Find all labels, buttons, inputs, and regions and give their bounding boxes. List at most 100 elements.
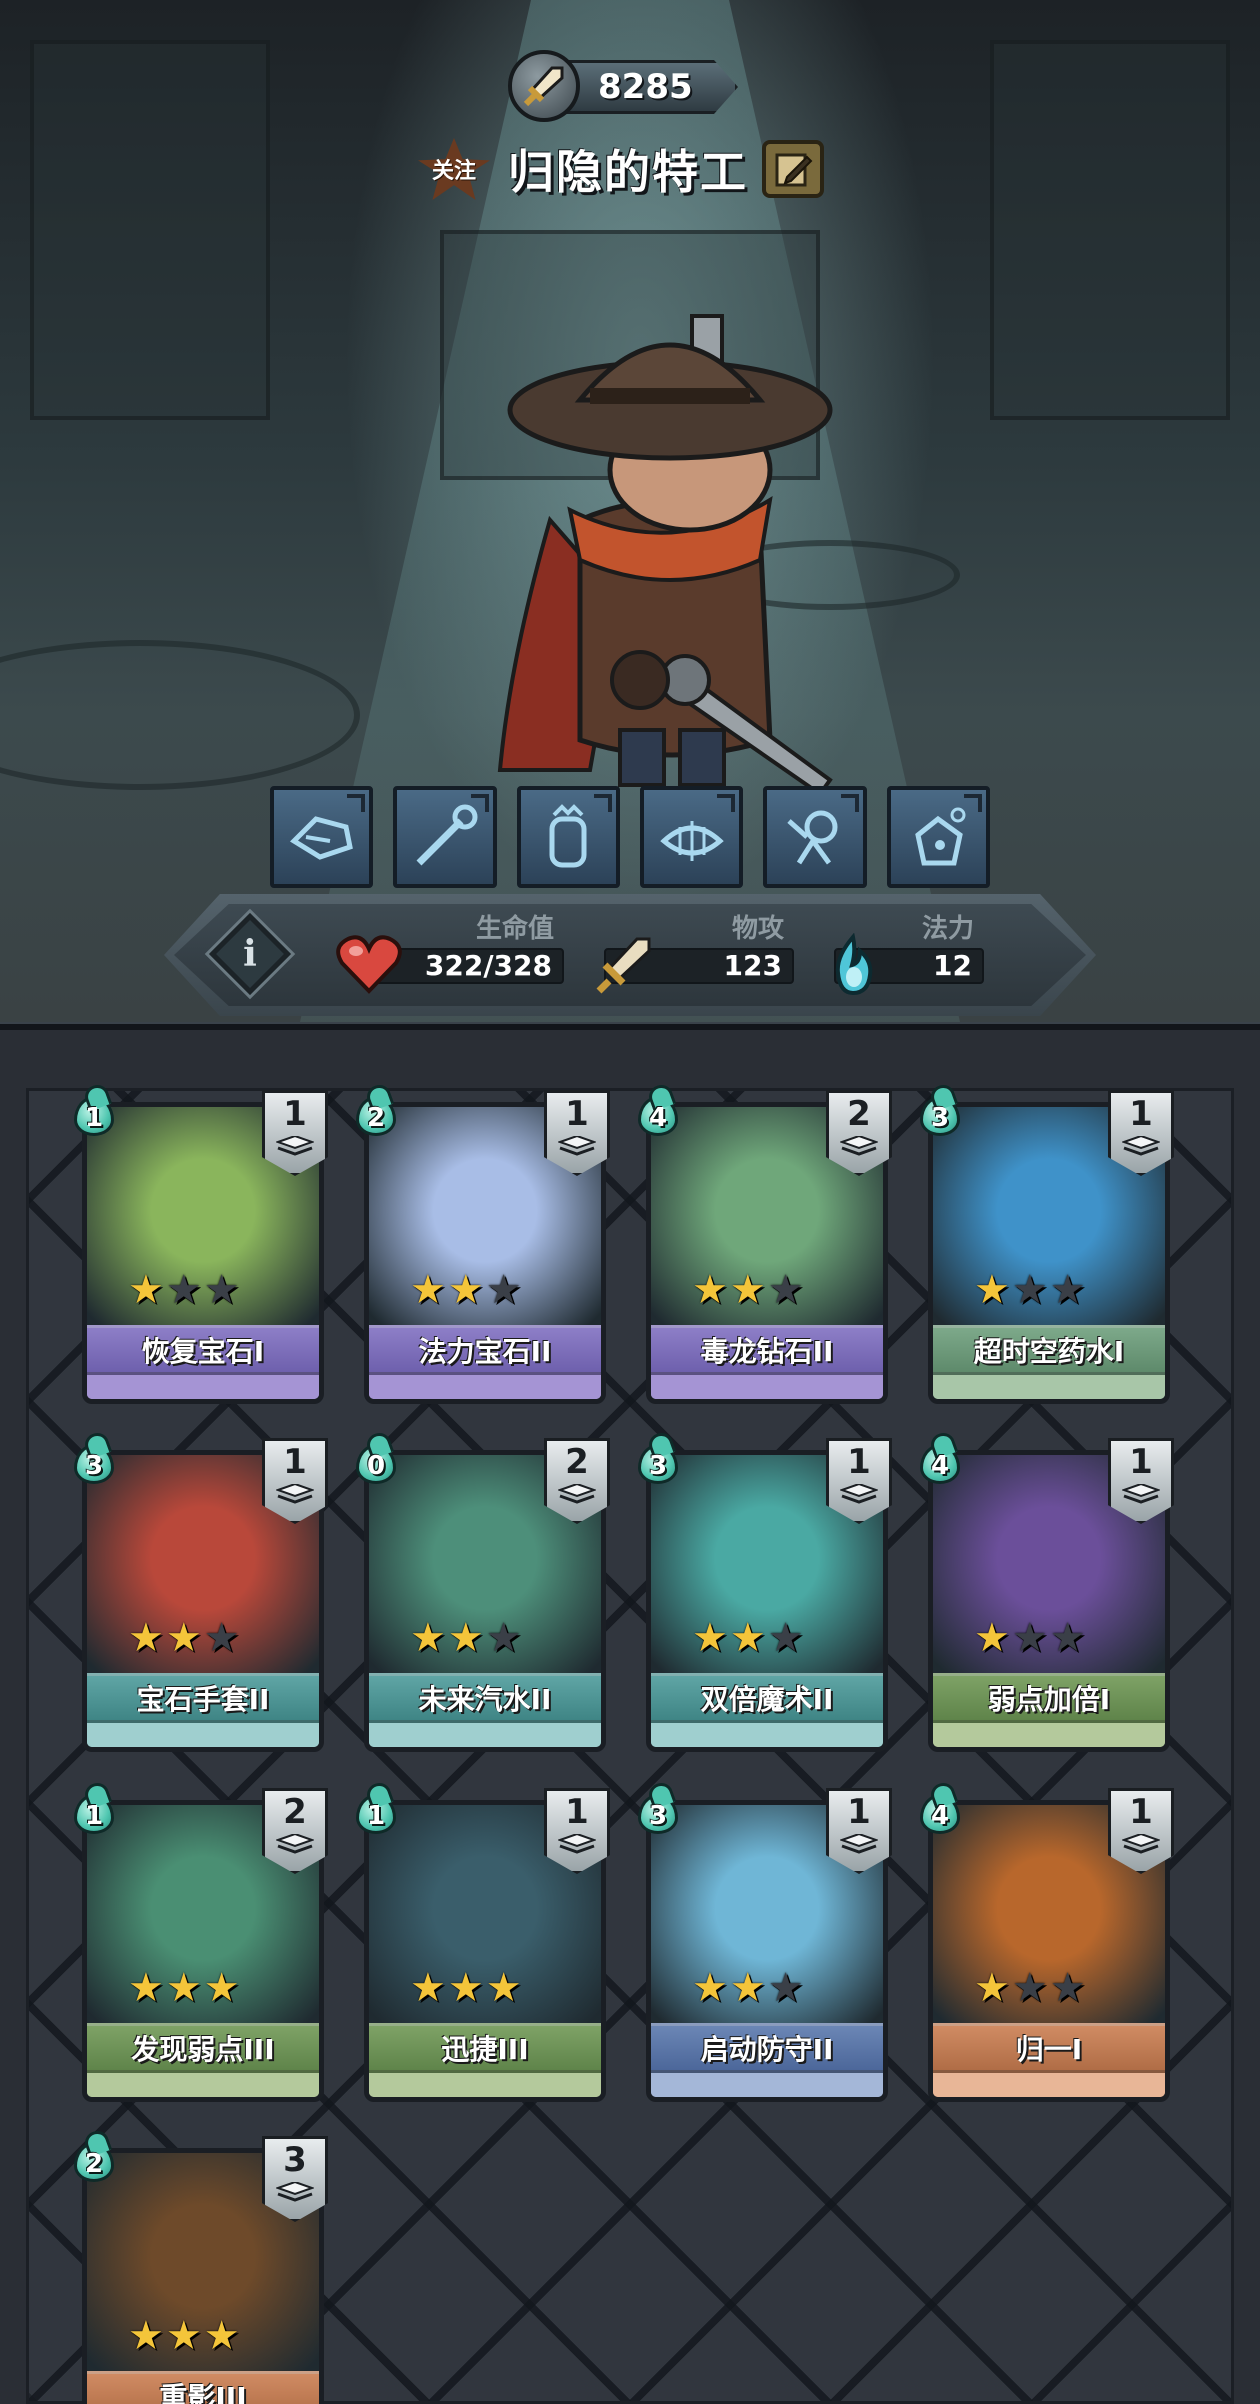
follow-label: 关注 [431, 159, 476, 184]
card-bottom [87, 1723, 319, 1747]
stack-icon [840, 1484, 878, 1504]
card-2[interactable]: 法力宝石II ★ ★ ★ 2 1 [352, 1090, 610, 1412]
skill-slot-gauntlet[interactable] [270, 786, 374, 888]
card-cost: 4 [930, 1451, 950, 1481]
card-12[interactable]: 归一I ★ ★ ★ 4 1 [916, 1788, 1174, 2110]
hp-label: 生命值 [475, 914, 554, 944]
skill-slot-potion-bag[interactable] [886, 786, 990, 888]
info-button[interactable]: i [208, 912, 292, 996]
star-filled-icon: ★ [974, 1267, 1010, 1313]
card-count: 3 [283, 2140, 307, 2180]
card-count-tag: 2 [544, 1438, 610, 1524]
star-empty-icon: ★ [1049, 1965, 1086, 2011]
card-bottom [933, 1723, 1165, 1747]
star-filled-icon: ★ [128, 1267, 164, 1313]
card-cost-badge: 4 [634, 1090, 682, 1142]
card-13[interactable]: 重影III ★ ★ ★ 2 3 [70, 2136, 328, 2404]
wall-panel [990, 40, 1230, 420]
card-stars: ★ ★ ★ [410, 1618, 522, 1658]
skill-slot-wrench[interactable] [393, 786, 497, 888]
fish-bones-icon [659, 821, 724, 861]
power-value: 8285 [598, 67, 693, 107]
star-filled-icon: ★ [203, 2313, 240, 2359]
card-name-strip: 迅捷III [369, 2023, 601, 2073]
card-count-tag: 1 [262, 1090, 328, 1176]
card-3[interactable]: 毒龙钻石II ★ ★ ★ 4 2 [634, 1090, 892, 1412]
gunslinger-character[interactable] [470, 300, 870, 800]
star-filled-icon: ★ [974, 1615, 1010, 1661]
card-10[interactable]: 迅捷III ★ ★ ★ 1 1 [352, 1788, 610, 2110]
card-cost: 2 [366, 1103, 386, 1133]
card-cost-badge: 0 [352, 1438, 400, 1490]
star-filled-icon: ★ [692, 1267, 728, 1313]
card-11[interactable]: 启动防守II ★ ★ ★ 3 1 [634, 1788, 892, 2110]
card-bottom [369, 2073, 601, 2097]
star-filled-icon: ★ [729, 1267, 766, 1313]
card-count-tag: 2 [262, 1788, 328, 1874]
card-bottom [87, 1375, 319, 1399]
edit-name-button[interactable] [762, 140, 824, 198]
player-name: 归隐的特工 [508, 145, 748, 199]
card-name-strip: 恢复宝石I [87, 1325, 319, 1375]
stack-icon [840, 1834, 878, 1854]
blue-flame-icon [818, 930, 888, 1000]
skill-slot-punch[interactable] [763, 786, 867, 888]
skill-slot-fishbones[interactable] [639, 786, 744, 888]
star-filled-icon: ★ [128, 1965, 164, 2011]
card-4[interactable]: 超时空药水I ★ ★ ★ 3 1 [916, 1090, 1174, 1412]
star-empty-icon: ★ [767, 1965, 804, 2011]
card-name: 法力宝石II [418, 1335, 552, 1368]
star-filled-icon: ★ [729, 1615, 766, 1661]
stat-attack: 物攻 123 [594, 908, 794, 1004]
card-count-tag: 1 [826, 1438, 892, 1524]
card-count-tag: 1 [544, 1788, 610, 1874]
card-count: 1 [847, 1792, 871, 1832]
card-stars: ★ ★ ★ [410, 1968, 522, 2008]
card-cost-badge: 4 [916, 1788, 964, 1840]
stat-mana: 法力 12 [824, 908, 984, 1004]
card-name: 弱点加倍I [987, 1683, 1111, 1716]
card-bottom [651, 1723, 883, 1747]
card-cost-badge: 3 [70, 1438, 118, 1490]
deck-area: 恢复宝石I ★ ★ ★ 1 1 法力宝石II ★ ★ ★ 2 1 毒龙钻石II … [0, 1030, 1260, 2404]
card-name-strip: 重影III [87, 2371, 319, 2404]
skill-slot-idol[interactable] [516, 786, 620, 888]
heart-icon [334, 930, 404, 1000]
stack-icon [558, 1484, 596, 1504]
star-empty-icon: ★ [1011, 1267, 1048, 1313]
star-filled-icon: ★ [447, 1615, 484, 1661]
card-name: 重影III [159, 2381, 247, 2404]
card-name: 恢复宝石I [141, 1335, 265, 1368]
card-cost-badge: 3 [916, 1090, 964, 1142]
card-9[interactable]: 发现弱点III ★ ★ ★ 1 2 [70, 1788, 328, 2110]
card-bottom [651, 1375, 883, 1399]
card-bottom [87, 2073, 319, 2097]
card-stars: ★ ★ ★ [974, 1270, 1086, 1310]
card-count-tag: 2 [826, 1090, 892, 1176]
card-count-tag: 1 [262, 1438, 328, 1524]
follow-button[interactable]: 关注 [418, 138, 490, 200]
card-cost: 3 [648, 1801, 668, 1831]
card-name: 归一I [1015, 2033, 1083, 2066]
star-filled-icon: ★ [165, 1615, 202, 1661]
card-cost: 1 [84, 1103, 104, 1133]
wall-panel [30, 40, 270, 420]
card-1[interactable]: 恢复宝石I ★ ★ ★ 1 1 [70, 1090, 328, 1412]
card-5[interactable]: 宝石手套II ★ ★ ★ 3 1 [70, 1438, 328, 1760]
card-8[interactable]: 弱点加倍I ★ ★ ★ 4 1 [916, 1438, 1174, 1760]
star-filled-icon: ★ [128, 2313, 164, 2359]
card-6[interactable]: 未来汽水II ★ ★ ★ 0 2 [352, 1438, 610, 1760]
card-cost: 2 [84, 2149, 104, 2179]
card-count: 1 [565, 1792, 589, 1832]
card-stars: ★ ★ ★ [974, 1968, 1086, 2008]
card-stars: ★ ★ ★ [128, 1968, 240, 2008]
card-7[interactable]: 双倍魔术II ★ ★ ★ 3 1 [634, 1438, 892, 1760]
card-count-tag: 1 [1108, 1438, 1174, 1524]
card-cost: 4 [648, 1103, 668, 1133]
card-stars: ★ ★ ★ [128, 1618, 240, 1658]
stack-icon [276, 1136, 314, 1156]
star-empty-icon: ★ [1011, 1965, 1048, 2011]
hero-scene: 8285 关注 归隐的特工 i 生命值 322/328 物攻 123 法力 12 [0, 0, 1260, 1022]
star-empty-icon: ★ [1049, 1267, 1086, 1313]
star-filled-icon: ★ [447, 1965, 484, 2011]
